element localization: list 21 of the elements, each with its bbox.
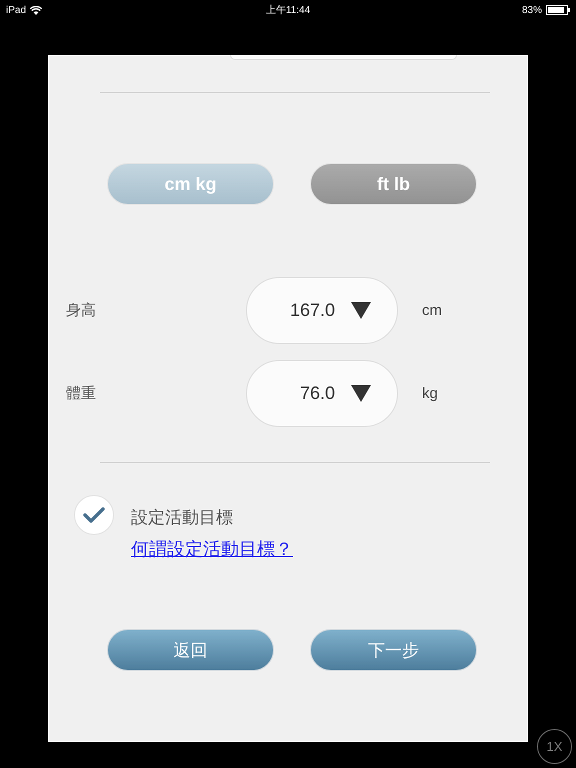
- status-time: 上午11:44: [266, 4, 310, 17]
- caret-icon: [351, 302, 371, 319]
- goal-checkbox[interactable]: [74, 495, 114, 535]
- value-dropdown[interactable]: 76.0: [246, 360, 398, 427]
- battery-percent: 83%: [522, 4, 542, 16]
- nav-button[interactable]: 下一步: [310, 629, 477, 671]
- zoom-button[interactable]: 1X: [537, 729, 572, 764]
- device-name: iPad: [6, 4, 26, 16]
- wifi-icon: [30, 6, 42, 14]
- value-dropdown[interactable]: 167.0: [246, 277, 398, 344]
- checkmark-icon: [83, 507, 105, 523]
- field-label: 體重: [65, 384, 97, 403]
- help-link[interactable]: 何謂設定活動目標？: [131, 537, 293, 561]
- field-label: 身高: [65, 301, 97, 320]
- unit-label: kg: [422, 385, 438, 402]
- checkbox-label: 設定活動目標: [131, 507, 234, 529]
- caret-icon: [351, 385, 371, 402]
- unit-label: cm: [422, 302, 442, 319]
- nav-button[interactable]: 返回: [107, 629, 274, 671]
- battery-icon: [546, 5, 570, 15]
- unit-toggle[interactable]: ft lb: [310, 163, 477, 205]
